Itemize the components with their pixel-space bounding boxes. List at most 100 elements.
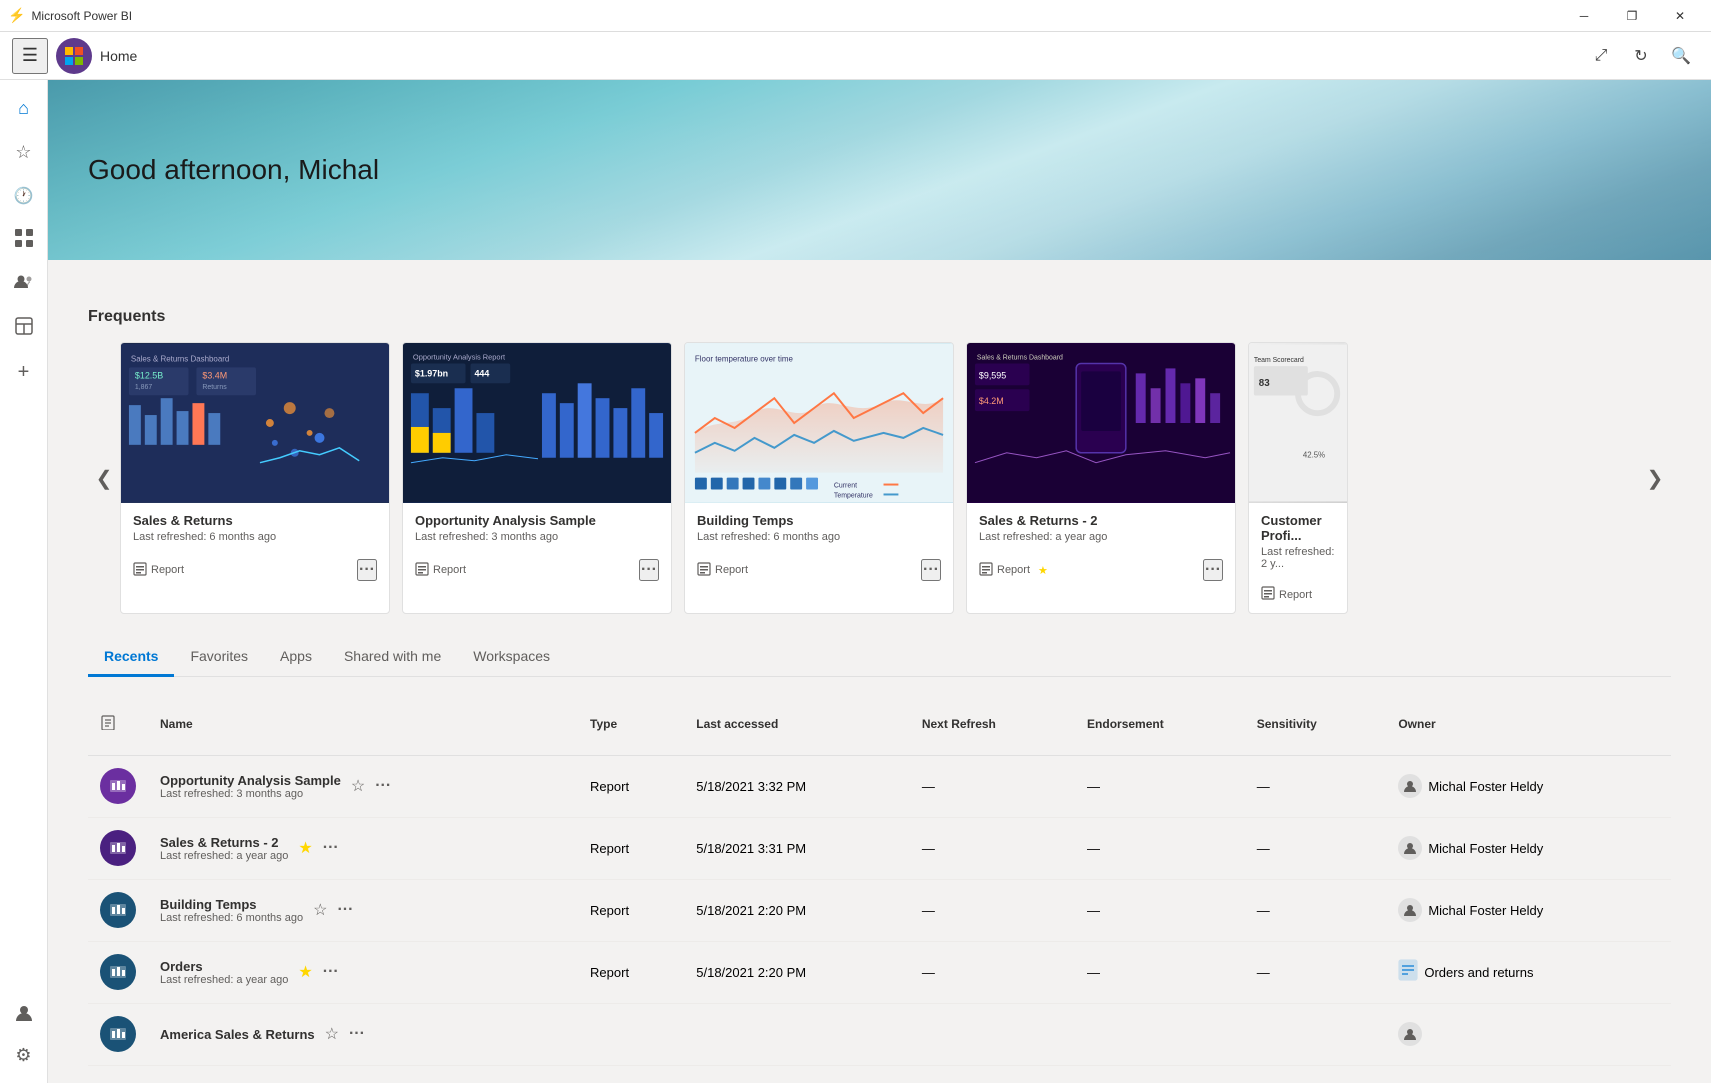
svg-text:Floor temperature over time: Floor temperature over time — [695, 354, 794, 363]
grid-icon — [15, 229, 33, 252]
row-5-icon-cell — [88, 1003, 148, 1065]
row-2-star-button[interactable]: ★ — [298, 838, 312, 858]
sidebar-item-create[interactable]: + — [4, 352, 44, 392]
row-2-owner-avatar — [1398, 836, 1422, 860]
sidebar-item-settings[interactable]: ⚙ — [4, 1035, 44, 1075]
frequents-title: Frequents — [88, 308, 1671, 326]
row-2-subtitle: Last refreshed: a year ago — [160, 850, 288, 862]
close-button[interactable]: ✕ — [1657, 0, 1703, 32]
row-4-icon — [100, 954, 136, 990]
row-4-subtitle: Last refreshed: a year ago — [160, 974, 288, 986]
card-2-chart: Opportunity Analysis Report $1.97bn 444 — [403, 343, 671, 503]
top-nav: ☰ Home ⤢ ↻ 🔍 — [0, 32, 1711, 80]
col-sensitivity: Sensitivity — [1245, 693, 1387, 755]
star-icon: ☆ — [15, 142, 31, 163]
card-4-chart: Sales & Returns Dashboard — [967, 343, 1235, 503]
tab-recents[interactable]: Recents — [88, 638, 174, 677]
row-4-type: Report — [578, 941, 684, 1003]
sidebar-item-recents[interactable]: 🕐 — [4, 176, 44, 216]
row-1-subtitle: Last refreshed: 3 months ago — [160, 788, 341, 800]
row-1-more-button[interactable]: ··· — [375, 777, 391, 795]
row-1-sensitivity: — — [1245, 755, 1387, 817]
row-5-icon — [100, 1016, 136, 1052]
row-5-more-button[interactable]: ··· — [349, 1025, 365, 1043]
refresh-button[interactable]: ↻ — [1623, 38, 1659, 74]
table-row: Sales & Returns - 2 Last refreshed: a ye… — [88, 817, 1671, 879]
card-5-type: Report — [1261, 586, 1312, 603]
row-5-next-refresh — [910, 1003, 1075, 1065]
card-5-title: Customer Profi... — [1261, 513, 1335, 543]
card-1-title: Sales & Returns — [133, 513, 377, 528]
sidebar-item-shared[interactable] — [4, 264, 44, 304]
card-4-more-button[interactable]: ··· — [1203, 559, 1223, 581]
column-icon — [100, 719, 116, 733]
row-3-last-accessed: 5/18/2021 2:20 PM — [684, 879, 910, 941]
expand-button[interactable]: ⤢ — [1583, 38, 1619, 74]
card-1-thumbnail: Sales & Returns Dashboard $12.5B 1,867 $… — [121, 343, 389, 503]
row-3-name-cell: Building Temps Last refreshed: 6 months … — [148, 879, 578, 941]
col-next-refresh: Next Refresh — [910, 693, 1075, 755]
minimize-button[interactable]: ─ — [1561, 0, 1607, 32]
carousel-prev-button[interactable]: ❮ — [88, 378, 120, 578]
report-card-4[interactable]: Sales & Returns Dashboard — [966, 342, 1236, 614]
report-card-3[interactable]: Floor temperature over time — [684, 342, 954, 614]
row-3-icon-cell — [88, 879, 148, 941]
search-button[interactable]: 🔍 — [1663, 38, 1699, 74]
card-3-more-button[interactable]: ··· — [921, 559, 941, 581]
col-type: Type — [578, 693, 684, 755]
card-5-chart: Team Scorecard 83 42.5% — [1249, 343, 1347, 503]
row-2-owner-name: Michal Foster Heldy — [1428, 841, 1543, 856]
row-4-star-button[interactable]: ★ — [298, 962, 312, 982]
sidebar-item-home[interactable]: ⌂ — [4, 88, 44, 128]
row-2-more-button[interactable]: ··· — [323, 839, 339, 857]
title-bar-controls: ─ ❐ ✕ — [1561, 0, 1703, 32]
search-icon: 🔍 — [1671, 46, 1691, 66]
row-5-endorsement — [1075, 1003, 1245, 1065]
tab-favorites[interactable]: Favorites — [174, 638, 264, 677]
svg-text:Returns: Returns — [202, 384, 227, 391]
svg-text:42.5%: 42.5% — [1303, 450, 1325, 459]
cards-container: Sales & Returns Dashboard $12.5B 1,867 $… — [120, 342, 1639, 614]
card-3-chart: Floor temperature over time — [685, 343, 953, 503]
app-logo — [56, 38, 92, 74]
card-1-more-button[interactable]: ··· — [357, 559, 377, 581]
tab-apps[interactable]: Apps — [264, 638, 328, 677]
row-4-next-refresh: — — [910, 941, 1075, 1003]
card-4-star: ★ — [1038, 564, 1048, 577]
restore-button[interactable]: ❐ — [1609, 0, 1655, 32]
row-3-name: Building Temps — [160, 897, 303, 912]
svg-text:$9,595: $9,595 — [979, 370, 1006, 380]
row-5-star-button[interactable]: ☆ — [325, 1024, 339, 1044]
row-3-star-button[interactable]: ☆ — [313, 900, 327, 920]
sidebar-item-favorites[interactable]: ☆ — [4, 132, 44, 172]
svg-text:$1.97bn: $1.97bn — [415, 368, 448, 378]
row-5-sensitivity — [1245, 1003, 1387, 1065]
card-2-title: Opportunity Analysis Sample — [415, 513, 659, 528]
row-1-star-button[interactable]: ☆ — [351, 776, 365, 796]
card-2-more-button[interactable]: ··· — [639, 559, 659, 581]
svg-text:$3.4M: $3.4M — [202, 370, 227, 380]
row-4-more-button[interactable]: ··· — [323, 963, 339, 981]
main-content: Good afternoon, Michal Frequents ❮ — [48, 80, 1711, 1083]
row-3-more-button[interactable]: ··· — [337, 901, 353, 919]
card-2-thumbnail: Opportunity Analysis Report $1.97bn 444 — [403, 343, 671, 503]
row-5-name-cell: America Sales & Returns ☆ ··· — [148, 1003, 578, 1065]
tab-shared[interactable]: Shared with me — [328, 638, 457, 677]
report-card-5[interactable]: Team Scorecard 83 42.5% Customer Profi..… — [1248, 342, 1348, 614]
card-4-subtitle: Last refreshed: a year ago — [979, 531, 1223, 543]
report-card-1[interactable]: Sales & Returns Dashboard $12.5B 1,867 $… — [120, 342, 390, 614]
row-3-subtitle: Last refreshed: 6 months ago — [160, 912, 303, 924]
report-card-2[interactable]: Opportunity Analysis Report $1.97bn 444 — [402, 342, 672, 614]
row-4-name-cell: Orders Last refreshed: a year ago ★ ··· — [148, 941, 578, 1003]
tab-workspaces[interactable]: Workspaces — [457, 638, 566, 677]
card-2-type: Report — [415, 562, 466, 579]
hamburger-menu-button[interactable]: ☰ — [12, 38, 48, 74]
sidebar-item-profile[interactable] — [4, 995, 44, 1035]
svg-text:83: 83 — [1259, 378, 1270, 389]
card-3-title: Building Temps — [697, 513, 941, 528]
sidebar-item-workspaces[interactable] — [4, 308, 44, 348]
frequents-carousel: ❮ Sales & Returns Dashboard $12.5B — [88, 342, 1671, 614]
svg-text:$4.2M: $4.2M — [979, 396, 1004, 406]
carousel-next-button[interactable]: ❯ — [1639, 378, 1671, 578]
sidebar-item-apps[interactable] — [4, 220, 44, 260]
